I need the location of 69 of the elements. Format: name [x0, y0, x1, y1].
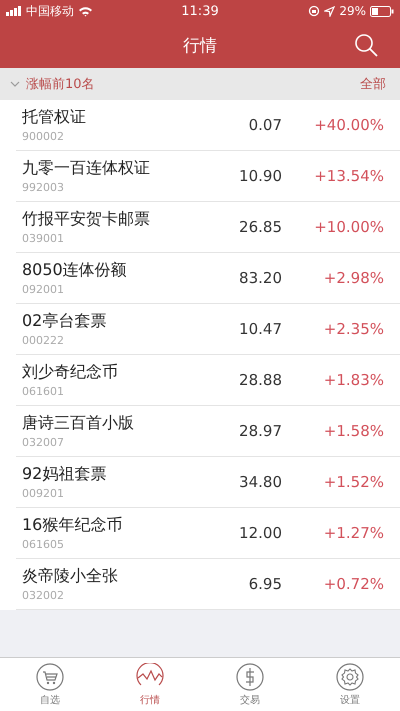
stock-price: 34.80	[238, 473, 282, 491]
page-title: 行情	[183, 34, 217, 56]
stock-row[interactable]: 16猴年纪念币 061605 12.00 +1.27%	[16, 508, 400, 559]
stock-row[interactable]: 九零一百连体权证 992003 10.90 +13.54%	[16, 151, 400, 202]
wifi-icon	[78, 6, 93, 16]
stock-price: 10.47	[238, 320, 282, 338]
cart-icon	[36, 662, 64, 690]
stock-code: 032007	[22, 436, 65, 449]
price-change: +40.00%	[313, 116, 385, 134]
stock-row[interactable]: 唐诗三百首小版 032007 28.97 +1.58%	[16, 406, 400, 457]
price-change: +0.72%	[322, 575, 385, 593]
stock-name: 92妈祖套票	[22, 464, 108, 485]
stock-price: 6.95	[248, 575, 282, 593]
stock-row[interactable]: 炎帝陵小全张 032002 6.95 +0.72%	[16, 559, 400, 610]
stock-name: 竹报平安贺卡邮票	[22, 209, 151, 230]
battery-icon	[370, 6, 394, 16]
price-change: +10.00%	[313, 218, 385, 236]
price-change: +1.83%	[322, 371, 385, 389]
rotation-lock-icon	[308, 5, 320, 17]
stock-code: 032002	[22, 589, 65, 602]
carrier-name: 中国移动	[26, 2, 74, 20]
stock-price: 83.20	[238, 269, 282, 287]
price-change: +1.58%	[322, 422, 385, 440]
tab-item[interactable]: 交易	[200, 658, 300, 711]
price-change: +13.54%	[313, 167, 385, 185]
tab-item[interactable]: 设置	[300, 658, 400, 711]
stock-price: 10.90	[238, 167, 282, 185]
stock-name: 8050连体份额	[22, 260, 128, 281]
stock-code: 000222	[22, 334, 65, 347]
stock-code: 009201	[22, 487, 65, 500]
stock-row[interactable]: 8050连体份额 092001 83.20 +2.98%	[16, 253, 400, 304]
tab-item[interactable]: 自选	[0, 658, 100, 711]
price-change: +2.98%	[322, 269, 385, 287]
battery-percent: 29%	[339, 4, 366, 18]
stock-price: 26.85	[238, 218, 282, 236]
stock-row[interactable]: 竹报平安贺卡邮票 039001 26.85 +10.00%	[16, 202, 400, 253]
stock-code: 039001	[22, 232, 65, 245]
stock-price: 12.00	[238, 524, 282, 542]
stock-name: 唐诗三百首小版	[22, 413, 135, 434]
stock-code: 092001	[22, 283, 65, 296]
search-icon[interactable]	[354, 33, 378, 57]
stock-name: 刘少奇纪念币	[22, 362, 119, 383]
stock-name: 托管权证	[22, 107, 87, 128]
stock-row[interactable]: 02亭台套票 000222 10.47 +2.35%	[16, 304, 400, 355]
stock-name: 02亭台套票	[22, 311, 108, 332]
price-change: +1.27%	[322, 524, 385, 542]
price-change: +2.35%	[322, 320, 385, 338]
stock-name: 九零一百连体权证	[22, 158, 151, 179]
price-change: +1.52%	[322, 473, 385, 491]
stock-price: 28.88	[238, 371, 282, 389]
clock-time: 11:39	[181, 4, 219, 18]
stock-row[interactable]: 92妈祖套票 009201 34.80 +1.52%	[16, 457, 400, 508]
stock-code: 061601	[22, 385, 65, 398]
stock-code: 992003	[22, 181, 65, 194]
stock-price: 0.07	[248, 116, 282, 134]
stock-row[interactable]: 刘少奇纪念币 061601 28.88 +1.83%	[16, 355, 400, 406]
stock-code: 061605	[22, 538, 65, 551]
stock-name: 炎帝陵小全张	[22, 566, 119, 587]
section-title[interactable]: 涨幅前10名	[26, 75, 95, 93]
stock-name: 16猴年纪念币	[22, 515, 124, 536]
location-icon	[324, 6, 336, 16]
stock-code: 900002	[22, 130, 65, 143]
settings-icon	[336, 662, 364, 690]
tab-item[interactable]: 行情	[100, 658, 200, 711]
stock-row[interactable]: 托管权证 900002 0.07 +40.00%	[16, 100, 400, 151]
stock-price: 28.97	[238, 422, 282, 440]
dollar-icon	[236, 662, 264, 690]
signal-icon	[6, 6, 22, 16]
view-all-link[interactable]: 全部	[360, 75, 386, 93]
